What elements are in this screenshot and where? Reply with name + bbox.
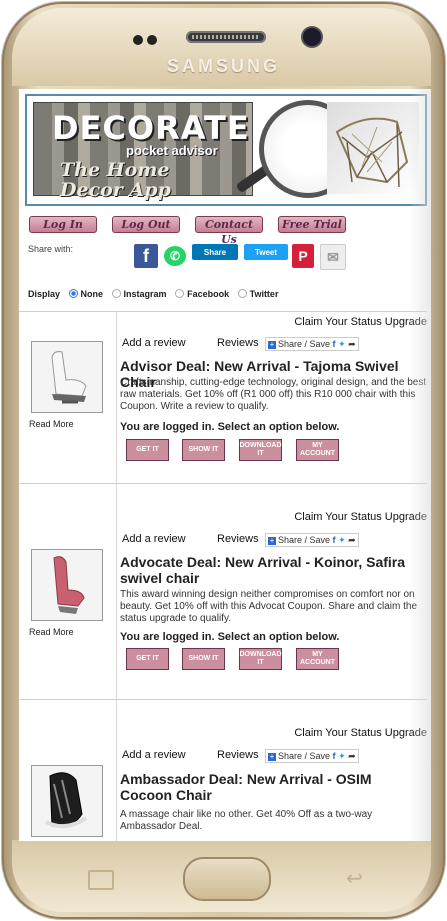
logged-in-message: You are logged in. Select an option belo… [120,631,340,643]
forward-icon: ➦ [348,535,356,545]
login-button[interactable]: Log In [29,216,97,233]
recent-apps-icon[interactable] [88,870,114,890]
chair-thumbnail[interactable] [31,765,103,837]
share-save-label: Share / Save [278,751,331,761]
download-it-button[interactable]: DOWNLOAD IT [239,439,282,461]
download-it-button[interactable]: DOWNLOAD IT [239,648,282,670]
option-none-label: None [80,289,104,299]
deal-card: Claim Your Status Upgrade Add a review R… [19,699,431,841]
read-more-link[interactable]: Read More [29,627,74,637]
my-account-button[interactable]: MY ACCOUNT [296,439,339,461]
plus-icon: + [268,752,276,761]
deal-title[interactable]: Advocate Deal: New Arrival - Koinor, Saf… [120,554,426,586]
facebook-small-icon: f [332,751,336,761]
option-twitter-label: Twitter [249,289,279,299]
share-save-label: Share / Save [278,339,331,349]
banner-title: DECORATE [52,109,250,147]
sensor-dots [133,32,161,50]
claim-status-link[interactable]: Claim Your Status Upgrade [294,511,427,523]
twitter-small-icon: ✦ [338,535,346,545]
front-camera-icon [303,28,321,46]
display-filter: Display None Instagram Facebook Twitter [28,289,278,299]
earpiece-speaker [186,31,266,43]
chair-thumbnail[interactable] [31,549,103,621]
pinterest-icon[interactable]: P [292,244,314,268]
free-trial-button[interactable]: Free Trial [278,216,346,233]
share-save-button[interactable]: + Share / Save f ✦ ➦ [265,337,359,351]
share-save-button[interactable]: + Share / Save f ✦ ➦ [265,749,359,763]
logout-button[interactable]: Log Out [112,216,180,233]
facebook-small-icon: f [332,339,336,349]
twitter-small-icon: ✦ [338,751,346,761]
home-button[interactable] [183,857,271,901]
share-save-label: Share / Save [278,535,331,545]
twitter-tweet-button[interactable]: Tweet [244,244,288,260]
chair-thumbnail[interactable] [31,341,103,413]
twitter-small-icon: ✦ [338,339,346,349]
my-account-button[interactable]: MY ACCOUNT [296,648,339,670]
card-divider [19,311,427,312]
tweet-label: Tweet [254,247,278,257]
reviews-label: Reviews [217,337,259,349]
banner-subtitle: pocket advisor [126,143,218,158]
logged-in-message: You are logged in. Select an option belo… [120,421,340,433]
forward-icon: ➦ [348,751,356,761]
display-label: Display [28,289,61,299]
radio-instagram[interactable] [111,289,121,298]
plus-icon: + [268,340,276,349]
add-review-link[interactable]: Add a review [122,533,186,545]
deal-title[interactable]: Ambassador Deal: New Arrival - OSIM Coco… [120,771,426,803]
radio-facebook[interactable] [175,289,185,298]
show-it-button[interactable]: SHOW IT [182,439,225,461]
reviews-label: Reviews [217,533,259,545]
claim-status-link[interactable]: Claim Your Status Upgrade [294,316,427,328]
plus-icon: + [268,536,276,545]
deal-description: Craftsmanship, cutting-edge technology, … [120,377,427,412]
back-icon[interactable]: ↩ [346,866,363,891]
add-review-link[interactable]: Add a review [122,749,186,761]
deal-card: Read More Claim Your Status Upgrade Add … [19,483,431,699]
card-column-divider [116,483,117,699]
card-column-divider [116,699,117,841]
deal-card: Read More Claim Your Status Upgrade Add … [19,311,431,483]
device-brand: SAMSUNG [166,56,280,76]
app-banner: DECORATE pocket advisor The Home Decor A… [25,94,427,206]
linkedin-share-button[interactable]: Share [192,244,238,260]
facebook-small-icon: f [332,535,336,545]
whatsapp-icon[interactable]: ✆ [164,246,186,266]
radio-twitter[interactable] [237,289,247,298]
banner-tagline-2: Decor App [60,179,171,201]
app-screen: DECORATE pocket advisor The Home Decor A… [19,89,431,841]
claim-status-link[interactable]: Claim Your Status Upgrade [294,727,427,739]
banner-tagline-1: The Home [60,159,170,181]
contact-us-button[interactable]: Contact Us [195,216,263,246]
read-more-link[interactable]: Read More [29,419,74,429]
facebook-icon[interactable]: f [134,244,158,268]
deal-description: A massage chair like no other. Get 40% O… [120,809,373,832]
linkedin-label: Share [203,247,227,257]
get-it-button[interactable]: GET IT [126,648,169,670]
forward-icon: ➦ [348,339,356,349]
get-it-button[interactable]: GET IT [126,439,169,461]
card-divider [19,699,427,700]
option-facebook-label: Facebook [187,289,230,299]
add-review-link[interactable]: Add a review [122,337,186,349]
banner-chair-image [327,102,419,194]
share-save-button[interactable]: + Share / Save f ✦ ➦ [265,533,359,547]
option-instagram-label: Instagram [123,289,167,299]
email-icon[interactable]: ✉ [320,244,346,270]
show-it-button[interactable]: SHOW IT [182,648,225,670]
card-divider [19,483,427,484]
share-with-label: Share with: [28,244,74,254]
radio-none[interactable] [68,289,78,298]
reviews-label: Reviews [217,749,259,761]
banner-tiles: DECORATE pocket advisor The Home Decor A… [33,102,253,201]
card-column-divider [116,311,117,483]
deal-description: This award winning design neither compro… [120,589,418,624]
